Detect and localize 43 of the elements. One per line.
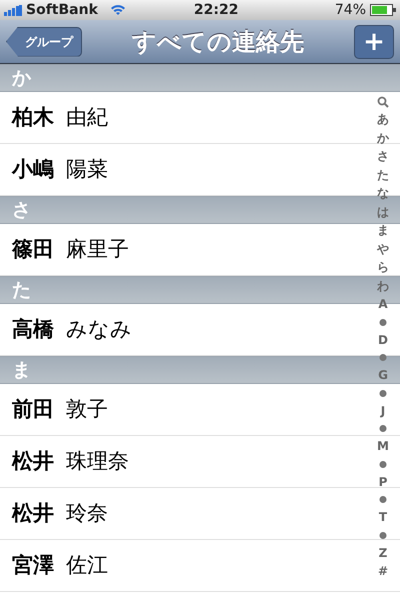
index-letter[interactable]: か — [377, 128, 389, 147]
index-letter[interactable]: さ — [377, 147, 389, 166]
signal-icon — [4, 4, 22, 16]
add-button[interactable]: + — [354, 24, 394, 58]
wifi-icon — [110, 4, 126, 16]
index-letter[interactable]: M — [377, 437, 389, 456]
search-icon[interactable] — [377, 96, 389, 108]
index-letter[interactable]: あ — [377, 110, 389, 128]
contact-first-name: 佐江 — [66, 552, 108, 579]
contact-first-name: 玲奈 — [66, 500, 108, 527]
contact-last-name: 松井 — [12, 448, 54, 475]
index-letter[interactable]: Z — [378, 544, 388, 562]
index-letter[interactable]: T — [378, 508, 388, 526]
index-letter[interactable]: ら — [377, 258, 389, 276]
index-letter[interactable]: P — [378, 472, 388, 491]
section-header: か — [0, 64, 400, 92]
contact-last-name: 柏木 — [12, 104, 54, 131]
index-letter[interactable]: は — [377, 202, 389, 221]
contact-last-name: 松井 — [12, 500, 54, 527]
contact-last-name: 高橋 — [12, 316, 54, 343]
navigation-title: すべての連絡先 — [131, 26, 305, 58]
contact-last-name: 宮澤 — [12, 552, 54, 579]
contact-last-name: 小嶋 — [12, 156, 54, 183]
index-letter[interactable]: や — [377, 240, 389, 258]
index-letter[interactable]: た — [377, 166, 389, 184]
contact-first-name: 敦子 — [66, 396, 108, 423]
index-letter[interactable]: D — [378, 330, 388, 349]
carrier-name: SoftBank — [26, 0, 98, 20]
clock-time: 22:22 — [194, 0, 238, 20]
battery-percent: 74% — [334, 0, 366, 20]
index-letter[interactable]: ま — [377, 221, 389, 240]
index-letter[interactable]: J — [380, 402, 386, 420]
index-letter[interactable]: G — [378, 366, 388, 384]
contact-first-name: 由紀 — [66, 104, 108, 131]
back-button[interactable]: グループ — [6, 26, 82, 56]
contact-last-name: 篠田 — [12, 236, 54, 263]
contact-first-name: 陽菜 — [66, 156, 108, 183]
contact-first-name: みなみ — [66, 316, 132, 343]
index-letter[interactable]: # — [378, 562, 388, 580]
contact-first-name: 珠理奈 — [66, 448, 129, 475]
contact-first-name: 麻里子 — [66, 236, 129, 263]
contact-last-name: 前田 — [12, 396, 54, 423]
battery-icon — [370, 4, 396, 16]
